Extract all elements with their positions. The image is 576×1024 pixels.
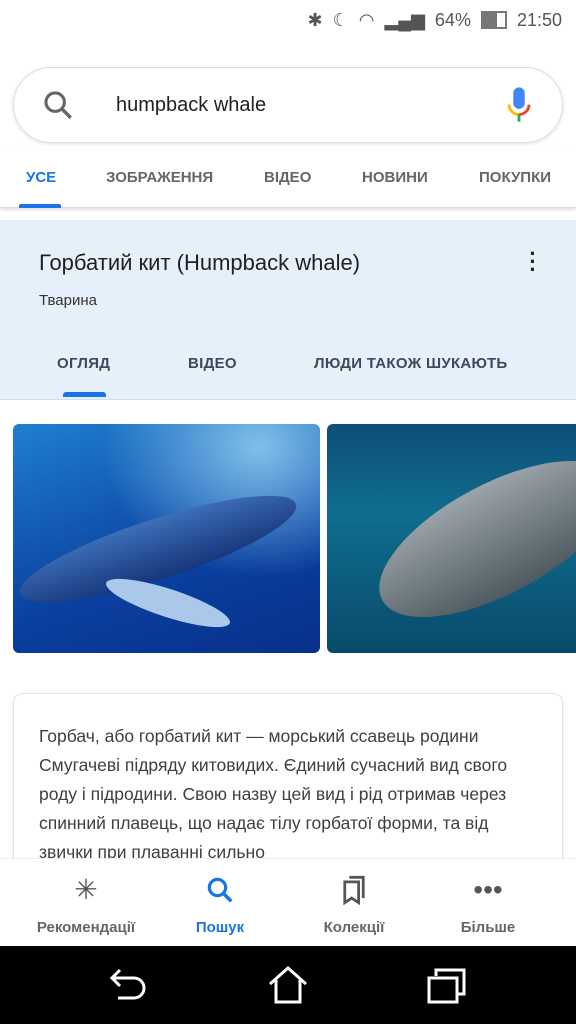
status-bar: ✱ ☾ ◠ ▂▄▆ 64% 21:50 xyxy=(0,0,576,40)
more-options-icon[interactable]: · · · xyxy=(525,243,541,281)
tab-overview[interactable]: ОГЛЯД xyxy=(57,355,110,372)
more-icon: ••• xyxy=(473,874,503,905)
nav-label: Рекомендації xyxy=(36,919,136,936)
microphone-icon[interactable] xyxy=(504,86,534,126)
bluetooth-icon: ✱ xyxy=(307,9,323,30)
nav-recommendations[interactable]: ✳ Рекомендації xyxy=(14,859,158,947)
tab-video[interactable]: ВІДЕО xyxy=(264,169,311,186)
knowledge-panel-header: Горбатий кит (Humpback whale) Тварина · ·… xyxy=(0,220,576,400)
battery-percent: 64% xyxy=(434,9,471,30)
wifi-icon: ◠ xyxy=(358,9,375,30)
tab-shopping[interactable]: ПОКУПКИ xyxy=(479,169,551,186)
tab-images[interactable]: ЗОБРАЖЕННЯ xyxy=(106,169,213,186)
search-icon[interactable] xyxy=(41,88,75,122)
search-bar[interactable]: humpback whale xyxy=(13,67,563,143)
nav-collections[interactable]: Колекції xyxy=(282,859,426,947)
whale-image-1[interactable] xyxy=(13,424,320,653)
clock: 21:50 xyxy=(516,9,562,30)
tab-people-also-search[interactable]: ЛЮДИ ТАКОЖ ШУКАЮТЬ xyxy=(314,355,508,372)
tab-news[interactable]: НОВИНИ xyxy=(362,169,428,186)
home-icon[interactable] xyxy=(266,962,310,1006)
back-icon[interactable] xyxy=(106,966,150,1006)
collections-icon xyxy=(282,875,426,906)
recent-apps-icon[interactable] xyxy=(426,966,470,1006)
battery-icon xyxy=(480,11,507,29)
search-icon xyxy=(148,875,292,905)
nav-label: Пошук xyxy=(195,919,245,936)
description-text: Горбач, або горбатий кит — морський ссав… xyxy=(39,726,508,862)
active-tab-indicator xyxy=(19,204,61,208)
tab-kp-video[interactable]: ВІДЕО xyxy=(188,355,237,372)
whale-image-2[interactable] xyxy=(327,424,576,653)
nav-label: Колекції xyxy=(323,919,385,936)
entity-title: Горбатий кит (Humpback whale) xyxy=(39,250,361,275)
nav-more[interactable]: ••• Більше xyxy=(416,859,560,947)
search-tabs: УСЕ ЗОБРАЖЕННЯ ВІДЕО НОВИНИ ПОКУПКИ xyxy=(0,150,576,208)
nav-label: Більше xyxy=(460,919,516,936)
entity-subtitle: Тварина xyxy=(39,292,97,309)
asterisk-icon: ✳ xyxy=(74,874,98,905)
nav-search[interactable]: Пошук xyxy=(148,859,292,947)
signal-icon: ▂▄▆ xyxy=(384,9,425,30)
bottom-navigation: ✳ Рекомендації Пошук Колекції ••• Більше xyxy=(0,858,576,946)
moon-icon: ☾ xyxy=(332,9,349,30)
tab-all[interactable]: УСЕ xyxy=(26,169,56,186)
active-tab-indicator xyxy=(63,392,106,397)
search-input[interactable]: humpback whale xyxy=(116,94,266,117)
system-navigation-bar xyxy=(0,946,576,1024)
